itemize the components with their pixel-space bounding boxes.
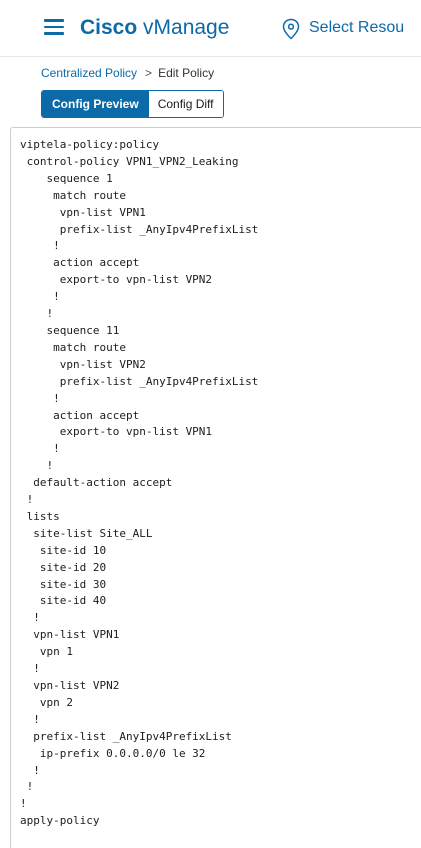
breadcrumb-centralized-policy[interactable]: Centralized Policy xyxy=(41,66,137,80)
policy-config-text: viptela-policy:policy control-policy VPN… xyxy=(20,138,259,828)
tab-config-diff[interactable]: Config Diff xyxy=(147,91,223,117)
breadcrumb-edit-policy: Edit Policy xyxy=(158,66,215,80)
breadcrumb: Centralized Policy > Edit Policy xyxy=(41,66,214,80)
preview-diff-toggle: Config Preview Config Diff xyxy=(41,90,224,118)
select-resource-dropdown[interactable]: Select Resou xyxy=(309,18,404,38)
top-header-bar: Cisco vManage Select Resou xyxy=(0,0,421,57)
brand-name-product: vManage xyxy=(137,16,230,39)
brand-name-bold: Cisco xyxy=(80,16,138,39)
app-brand: Cisco vManage xyxy=(80,15,229,41)
config-preview-panel[interactable]: viptela-policy:policy control-policy VPN… xyxy=(10,127,421,848)
tab-config-preview[interactable]: Config Preview xyxy=(42,91,148,117)
hamburger-menu-icon[interactable] xyxy=(44,19,64,35)
map-pin-icon[interactable] xyxy=(281,18,301,40)
breadcrumb-separator: > xyxy=(145,66,153,80)
